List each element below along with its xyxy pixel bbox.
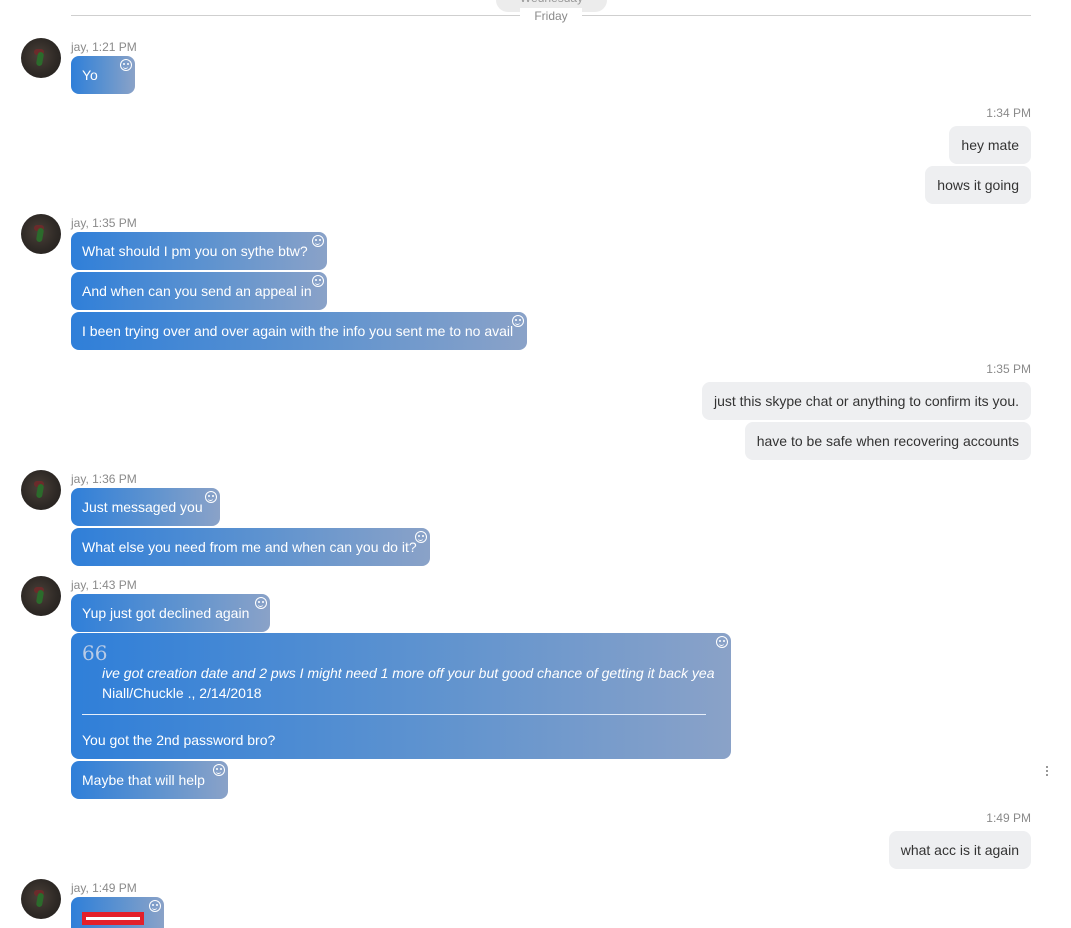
message-text: I been trying over and over again with t…	[82, 323, 514, 339]
quoted-author: Niall/Chuckle ., 2/14/2018	[102, 685, 262, 701]
message-text: hey mate	[961, 137, 1019, 153]
message-bubble-outgoing[interactable]: what acc is it again	[888, 831, 1031, 869]
message-meta: 1:35 PM	[986, 362, 1031, 376]
message-meta: 1:34 PM	[986, 106, 1031, 120]
message-bubble-outgoing[interactable]: hows it going	[925, 166, 1031, 204]
message-bubble-outgoing[interactable]: have to be safe when recovering accounts	[744, 422, 1031, 460]
message-text: What else you need from me and when can …	[82, 539, 417, 555]
message-meta: jay, 1:49 PM	[71, 881, 137, 895]
quote-icon: 66	[82, 641, 108, 665]
quote-divider	[82, 714, 706, 715]
smiley-icon[interactable]	[213, 764, 225, 776]
smiley-icon[interactable]	[716, 636, 728, 648]
message-meta: 1:49 PM	[986, 811, 1031, 825]
message-bubble-incoming[interactable]: Just messaged you	[71, 488, 220, 526]
message-text: Maybe that will help	[82, 772, 205, 788]
message-text: Just messaged you	[82, 499, 203, 515]
message-meta: jay, 1:36 PM	[71, 472, 137, 486]
smiley-icon[interactable]	[120, 59, 132, 71]
quoted-message-bubble[interactable]: 66 ive got creation date and 2 pws I mig…	[71, 633, 731, 759]
message-bubble-incoming[interactable]: Yo	[71, 56, 135, 94]
message-text: hows it going	[937, 177, 1019, 193]
message-bubble-incoming[interactable]	[71, 897, 164, 928]
message-meta: jay, 1:35 PM	[71, 216, 137, 230]
message-bubble-incoming[interactable]: I been trying over and over again with t…	[71, 312, 527, 350]
message-text: And when can you send an appeal in	[82, 283, 312, 299]
message-bubble-incoming[interactable]: Yup just got declined again	[71, 594, 270, 632]
avatar[interactable]	[21, 38, 61, 78]
message-text: just this skype chat or anything to conf…	[713, 393, 1019, 409]
message-meta: jay, 1:21 PM	[71, 40, 137, 54]
smiley-icon[interactable]	[149, 900, 161, 912]
smiley-icon[interactable]	[512, 315, 524, 327]
redacted-content	[82, 912, 144, 925]
message-meta: jay, 1:43 PM	[71, 578, 137, 592]
avatar[interactable]	[21, 576, 61, 616]
avatar[interactable]	[21, 879, 61, 919]
smiley-icon[interactable]	[312, 235, 324, 247]
smiley-icon[interactable]	[312, 275, 324, 287]
smiley-icon[interactable]	[205, 491, 217, 503]
more-vertical-icon[interactable]	[1046, 766, 1049, 778]
message-bubble-incoming[interactable]: Maybe that will help	[71, 761, 228, 799]
message-bubble-outgoing[interactable]: just this skype chat or anything to conf…	[701, 382, 1031, 420]
avatar[interactable]	[21, 214, 61, 254]
message-text: have to be safe when recovering accounts	[756, 433, 1019, 449]
message-bubble-outgoing[interactable]: hey mate	[949, 126, 1031, 164]
message-bubble-incoming[interactable]: What should I pm you on sythe btw?	[71, 232, 327, 270]
smiley-icon[interactable]	[415, 531, 427, 543]
message-text: Yo	[82, 67, 98, 83]
avatar[interactable]	[21, 470, 61, 510]
smiley-icon[interactable]	[255, 597, 267, 609]
message-bubble-incoming[interactable]: What else you need from me and when can …	[71, 528, 430, 566]
message-text: what acc is it again	[900, 842, 1019, 858]
message-bubble-incoming[interactable]: And when can you send an appeal in	[71, 272, 327, 310]
message-text: What should I pm you on sythe btw?	[82, 243, 308, 259]
quoted-text: ive got creation date and 2 pws I might …	[102, 665, 715, 681]
message-text: Yup just got declined again	[82, 605, 250, 621]
message-text: You got the 2nd password bro?	[82, 732, 276, 748]
date-label: Friday	[520, 8, 582, 24]
